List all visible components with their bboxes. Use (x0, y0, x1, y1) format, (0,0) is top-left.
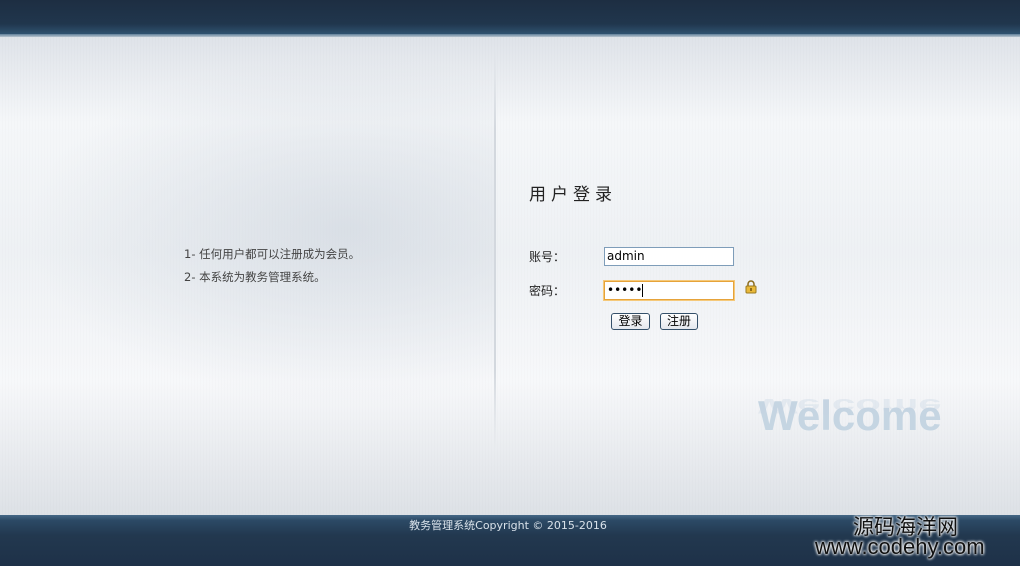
text-cursor (642, 284, 644, 297)
note-item: 1- 任何用户都可以注册成为会员。 (184, 247, 361, 261)
password-input[interactable]: ••••• (604, 281, 734, 300)
username-input[interactable]: admin (604, 247, 734, 266)
welcome-reflection: Welcome (758, 394, 942, 419)
left-decoration (0, 40, 495, 420)
username-label: 账号： (529, 250, 566, 264)
login-button[interactable]: 登录 (611, 313, 650, 330)
panel-divider (494, 50, 496, 450)
info-notes: 1- 任何用户都可以注册成为会员。 2- 本系统为教务管理系统。 (184, 246, 360, 292)
lock-icon (745, 280, 757, 294)
watermark-url: www.codehy.com (815, 534, 985, 559)
register-button[interactable]: 注册 (660, 313, 698, 330)
password-mask: ••••• (607, 283, 643, 297)
note-item: 2- 本系统为教务管理系统。 (184, 270, 326, 284)
login-title: 用户登录 (529, 185, 617, 205)
header-bar (0, 0, 1020, 34)
password-label: 密码： (529, 284, 566, 298)
